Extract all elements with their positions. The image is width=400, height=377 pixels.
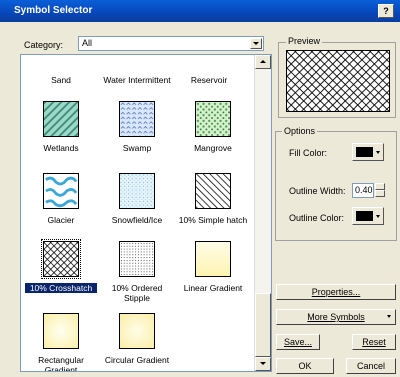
mangrove-swatch-icon: [195, 101, 231, 137]
symbol-label: Linear Gradient: [183, 283, 243, 293]
outline-color-chip: [356, 211, 373, 221]
more-symbols-button[interactable]: More Symbols: [276, 309, 396, 325]
stipple-swatch-icon: [119, 241, 155, 277]
preview-label: Preview: [286, 36, 323, 46]
symbol-10-simple-hatch[interactable]: 10% Simple hatch: [177, 173, 249, 225]
save-button-label: Save...: [283, 337, 312, 347]
crosshatch-swatch-icon: [41, 239, 81, 279]
fill-color-chip: [356, 147, 373, 157]
outline-color-button[interactable]: [352, 207, 384, 225]
cancel-button-label: Cancel: [356, 361, 385, 371]
scroll-down-icon[interactable]: [255, 357, 271, 371]
symbol-circular-gradient[interactable]: Circular Gradient: [101, 313, 173, 365]
spin-up-icon[interactable]: [375, 183, 385, 190]
ok-button[interactable]: OK: [276, 358, 334, 374]
save-button[interactable]: Save...: [276, 334, 320, 350]
wetlands-swatch-icon: [43, 101, 79, 137]
more-symbols-label: More Symbols: [307, 312, 365, 322]
scroll-thumb[interactable]: [255, 293, 271, 357]
chevron-down-icon: [376, 151, 380, 154]
options-label: Options: [282, 126, 318, 136]
category-label: Category:: [24, 40, 64, 50]
symbol-reservoir[interactable]: Reservoir: [173, 69, 245, 85]
symbol-label: 10% Crosshatch: [25, 283, 97, 293]
chevron-down-icon: [376, 215, 380, 218]
symbol-label: Wetlands: [43, 143, 79, 153]
snowfield-swatch-icon: [119, 173, 155, 209]
chevron-down-icon: [387, 315, 391, 318]
properties-button[interactable]: Properties...: [276, 284, 396, 300]
symbol-list[interactable]: Sand Water Intermittent Reservoir Wetlan…: [20, 54, 272, 372]
help-button[interactable]: ?: [378, 4, 394, 18]
outline-width-label: Outline Width:: [289, 186, 346, 196]
spin-down-icon[interactable]: [375, 190, 385, 197]
linear-gradient-swatch-icon: [195, 241, 231, 277]
symbol-label: Rectangular Gradient: [38, 355, 84, 372]
symbol-label: Reservoir: [190, 75, 228, 85]
symbol-label: Snowfield/Ice: [111, 215, 163, 225]
symbol-glacier[interactable]: Glacier: [25, 173, 97, 225]
outline-color-label: Outline Color:: [289, 213, 345, 223]
reset-button[interactable]: Reset: [352, 334, 396, 350]
symbol-water-intermittent[interactable]: Water Intermittent: [97, 69, 177, 85]
symbol-list-scrollbar[interactable]: [254, 55, 271, 371]
ok-button-label: OK: [298, 361, 312, 371]
symbol-mangrove[interactable]: Mangrove: [177, 101, 249, 153]
title-bar: Symbol Selector ?: [0, 0, 400, 22]
symbol-label: Swamp: [122, 143, 152, 153]
symbol-rectangular-gradient[interactable]: Rectangular Gradient: [25, 313, 97, 372]
glacier-swatch-icon: [43, 173, 79, 209]
scroll-up-icon[interactable]: [255, 55, 271, 69]
reset-button-label: Reset: [362, 337, 386, 347]
symbol-wetlands[interactable]: Wetlands: [25, 101, 97, 153]
symbol-snowfield-ice[interactable]: Snowfield/Ice: [101, 173, 173, 225]
circular-gradient-swatch-icon: [119, 313, 155, 349]
simple-hatch-swatch-icon: [195, 173, 231, 209]
symbol-10-ordered-stipple[interactable]: 10% Ordered Stipple: [101, 241, 173, 303]
symbol-label: 10% Ordered Stipple: [111, 283, 163, 303]
cancel-button[interactable]: Cancel: [346, 358, 396, 374]
fill-color-label: Fill Color:: [289, 148, 328, 158]
swamp-swatch-icon: [119, 101, 155, 137]
symbol-linear-gradient[interactable]: Linear Gradient: [177, 241, 249, 293]
symbol-label: Mangrove: [194, 143, 232, 153]
symbol-label: Water Intermittent: [103, 75, 171, 85]
category-value: All: [82, 38, 93, 48]
symbol-label: Glacier: [47, 215, 75, 225]
symbol-sand[interactable]: Sand: [25, 69, 97, 85]
symbol-label: Sand: [51, 75, 71, 85]
properties-button-label: Properties...: [311, 287, 361, 297]
category-select[interactable]: All: [78, 36, 264, 51]
outline-width-input[interactable]: 0.40: [352, 183, 374, 198]
symbol-label: 10% Simple hatch: [178, 215, 248, 225]
chevron-down-icon[interactable]: [250, 38, 262, 49]
window-title: Symbol Selector: [14, 5, 93, 16]
rectangular-gradient-swatch-icon: [43, 313, 79, 349]
fill-color-button[interactable]: [352, 143, 384, 161]
symbol-swamp[interactable]: Swamp: [101, 101, 173, 153]
symbol-label: Circular Gradient: [104, 355, 170, 365]
preview-swatch: [286, 50, 390, 112]
symbol-10-crosshatch[interactable]: 10% Crosshatch: [25, 239, 97, 293]
outline-width-spinner[interactable]: [375, 183, 385, 198]
